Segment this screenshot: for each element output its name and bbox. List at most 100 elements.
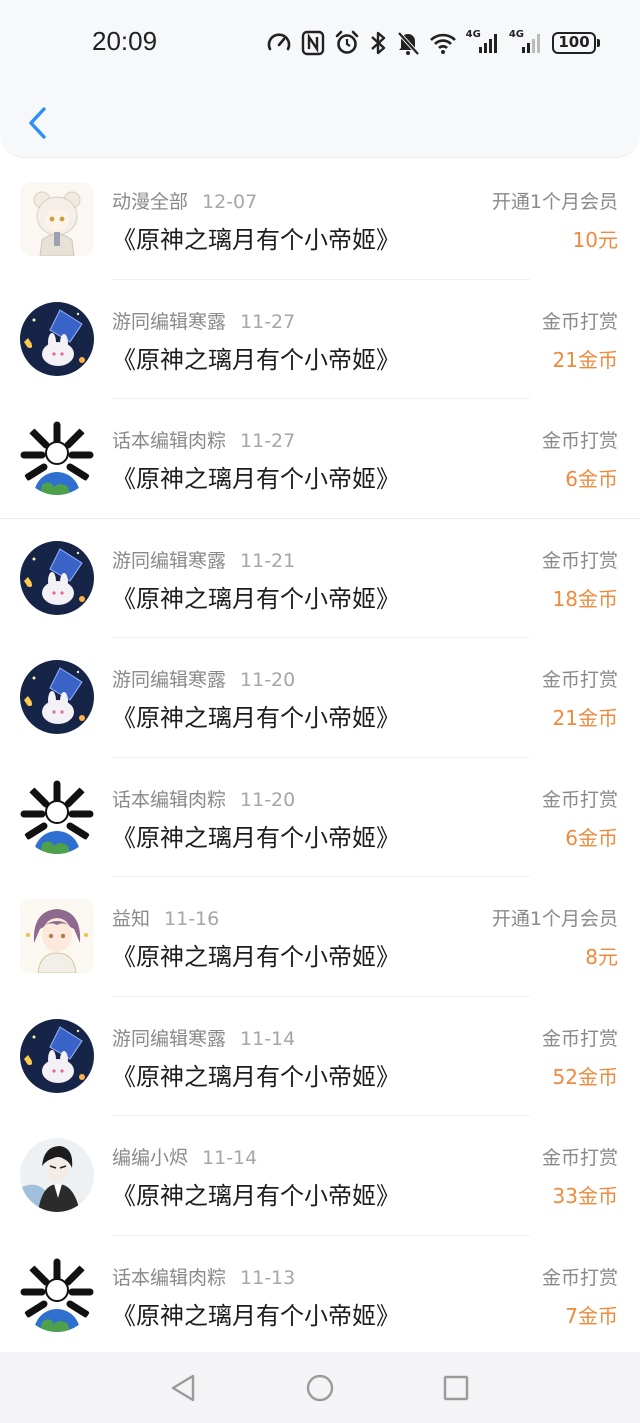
circle-home-icon xyxy=(306,1374,334,1402)
nav-recent-apps-button[interactable] xyxy=(440,1372,472,1404)
list-item[interactable]: 游同编辑寒露 11-21 《原神之璃月有个小帝姬》 金币打赏 18金币 xyxy=(0,519,640,638)
list-item[interactable]: 游同编辑寒露 11-20 《原神之璃月有个小帝姬》 金币打赏 21金币 xyxy=(0,638,640,758)
record-type: 金币打赏 xyxy=(541,430,618,452)
user-name: 游同编辑寒露 xyxy=(112,310,227,333)
back-button[interactable] xyxy=(18,100,58,146)
user-name: 话本编辑肉粽 xyxy=(112,788,227,811)
user-name: 益知 xyxy=(112,908,151,930)
record-type: 金币打赏 xyxy=(541,549,618,572)
list-item[interactable]: 编编小烬 11-14 《原神之璃月有个小帝姬》 金币打赏 33金币 xyxy=(0,1116,640,1236)
book-title: 《原神之璃月有个小帝姬》 xyxy=(112,1062,400,1091)
book-title: 《原神之璃月有个小帝姬》 xyxy=(112,465,400,493)
record-date: 11-14 xyxy=(240,1027,296,1050)
mute-bell-icon xyxy=(396,28,420,58)
avatar[interactable] xyxy=(20,540,94,615)
list-item[interactable]: 益知 11-16 《原神之璃月有个小帝姬》 开通1个月会员 8元 xyxy=(0,877,640,997)
record-meta: 游同编辑寒露 11-21 xyxy=(112,546,295,572)
user-name: 游同编辑寒露 xyxy=(112,669,227,691)
avatar[interactable] xyxy=(20,779,94,854)
list-item[interactable]: 话本编辑肉粽 11-20 《原神之璃月有个小帝姬》 金币打赏 6金币 xyxy=(0,758,640,877)
book-title: 《原神之璃月有个小帝姬》 xyxy=(112,226,400,254)
square-recents-icon xyxy=(443,1375,469,1401)
record-date: 11-20 xyxy=(240,669,296,691)
record-type: 金币打赏 xyxy=(541,1027,618,1050)
header: 20:09 4G 4G 100 xyxy=(0,0,640,158)
record-meta: 动漫全部 12-07 xyxy=(112,187,257,213)
user-name: 游同编辑寒露 xyxy=(112,549,227,572)
speedometer-icon xyxy=(266,28,292,58)
list-item[interactable]: 话本编辑肉粽 11-13 《原神之璃月有个小帝姬》 金币打赏 7金币 xyxy=(0,1236,640,1356)
user-name: 话本编辑肉粽 xyxy=(112,430,227,452)
user-name: 动漫全部 xyxy=(112,191,189,213)
book-title: 《原神之璃月有个小帝姬》 xyxy=(112,704,400,732)
status-bar: 20:09 4G 4G 100 xyxy=(0,0,640,86)
record-amount: 21金币 xyxy=(552,347,618,372)
record-type: 金币打赏 xyxy=(541,788,618,811)
record-amount: 33金币 xyxy=(552,1184,618,1208)
avatar[interactable] xyxy=(20,421,94,495)
record-amount: 52金币 xyxy=(552,1064,618,1089)
nav-back-button[interactable] xyxy=(167,1372,199,1404)
book-title: 《原神之璃月有个小帝姬》 xyxy=(112,345,400,374)
record-date: 11-27 xyxy=(240,430,296,452)
record-type: 开通1个月会员 xyxy=(491,908,618,930)
record-amount: 6金币 xyxy=(565,825,618,850)
user-name: 游同编辑寒露 xyxy=(112,1027,227,1050)
record-type: 开通1个月会员 xyxy=(491,191,618,213)
record-date: 11-14 xyxy=(202,1147,258,1169)
record-list: 动漫全部 12-07 《原神之璃月有个小帝姬》 开通1个月会员 10元 游同编辑… xyxy=(0,160,640,1355)
list-item[interactable]: 游同编辑寒露 11-27 《原神之璃月有个小帝姬》 金币打赏 21金币 xyxy=(0,280,640,399)
list-item[interactable]: 游同编辑寒露 11-14 《原神之璃月有个小帝姬》 金币打赏 52金币 xyxy=(0,997,640,1116)
record-date: 11-16 xyxy=(164,908,220,930)
record-meta: 游同编辑寒露 11-20 xyxy=(112,665,295,691)
status-icons: 4G 4G 100 xyxy=(266,28,600,58)
nav-home-button[interactable] xyxy=(304,1372,336,1404)
signal-4g-sim1-icon: 4G xyxy=(466,28,500,58)
record-meta: 编编小烬 11-14 xyxy=(112,1143,257,1169)
avatar[interactable] xyxy=(20,899,94,973)
record-meta: 益知 11-16 xyxy=(112,904,219,930)
record-date: 11-27 xyxy=(240,310,296,333)
system-nav-bar xyxy=(0,1352,640,1423)
wifi-icon xyxy=(429,28,457,58)
record-date: 11-21 xyxy=(240,549,296,572)
signal-4g-sim2-icon: 4G xyxy=(509,28,543,58)
record-amount: 21金币 xyxy=(552,706,618,730)
nfc-icon xyxy=(301,28,325,58)
bluetooth-icon xyxy=(369,28,387,58)
avatar[interactable] xyxy=(20,1257,94,1332)
record-type: 金币打赏 xyxy=(541,310,618,333)
record-type: 金币打赏 xyxy=(541,1266,618,1289)
triangle-back-icon xyxy=(171,1374,195,1402)
record-amount: 18金币 xyxy=(552,586,618,611)
record-meta: 话本编辑肉粽 11-20 xyxy=(112,785,295,811)
book-title: 《原神之璃月有个小帝姬》 xyxy=(112,1182,400,1210)
record-amount: 8元 xyxy=(585,945,618,969)
record-amount: 10元 xyxy=(572,228,618,252)
chevron-left-icon xyxy=(29,107,46,139)
record-amount: 7金币 xyxy=(565,1303,618,1328)
record-meta: 话本编辑肉粽 11-13 xyxy=(112,1263,295,1289)
record-date: 12-07 xyxy=(202,191,258,213)
book-title: 《原神之璃月有个小帝姬》 xyxy=(112,1301,400,1330)
battery-icon: 100 xyxy=(552,28,600,58)
avatar[interactable] xyxy=(20,1138,94,1212)
list-item[interactable]: 动漫全部 12-07 《原神之璃月有个小帝姬》 开通1个月会员 10元 xyxy=(0,160,640,280)
avatar[interactable] xyxy=(20,182,94,256)
record-type: 金币打赏 xyxy=(541,1147,618,1169)
record-meta: 话本编辑肉粽 11-27 xyxy=(112,426,295,452)
user-name: 话本编辑肉粽 xyxy=(112,1266,227,1289)
record-meta: 游同编辑寒露 11-14 xyxy=(112,1024,295,1050)
status-time: 20:09 xyxy=(92,26,158,56)
book-title: 《原神之璃月有个小帝姬》 xyxy=(112,823,400,852)
avatar[interactable] xyxy=(20,660,94,734)
book-title: 《原神之璃月有个小帝姬》 xyxy=(112,943,400,971)
avatar[interactable] xyxy=(20,301,94,376)
screen: 20:09 4G 4G 100 动漫全部 12-07 《原神之璃月有个小帝姬》 … xyxy=(0,0,640,1423)
record-type: 金币打赏 xyxy=(541,669,618,691)
list-item[interactable]: 话本编辑肉粽 11-27 《原神之璃月有个小帝姬》 金币打赏 6金币 xyxy=(0,399,640,519)
record-amount: 6金币 xyxy=(565,467,618,491)
alarm-icon xyxy=(334,28,360,58)
avatar[interactable] xyxy=(20,1018,94,1093)
user-name: 编编小烬 xyxy=(112,1147,189,1169)
